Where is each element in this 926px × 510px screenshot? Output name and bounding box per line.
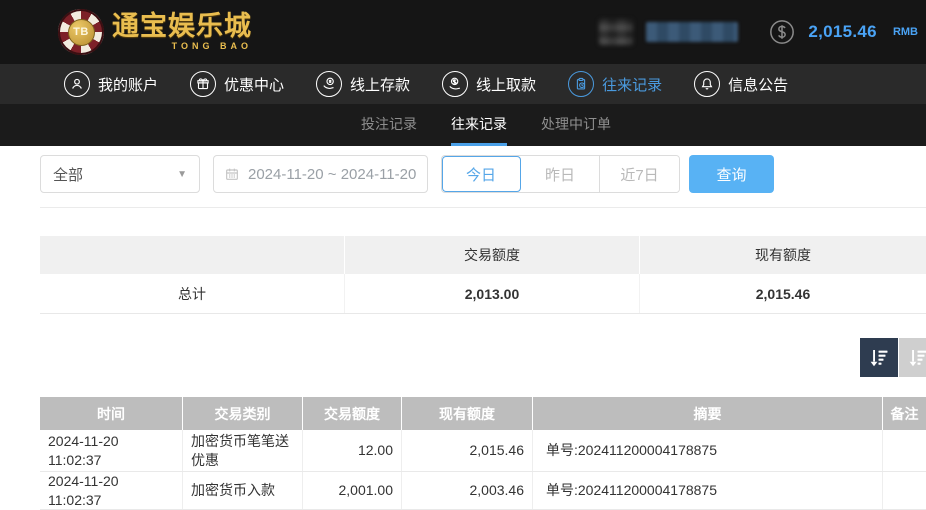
nav-item-promotions[interactable]: 优惠中心 <box>190 71 284 97</box>
table-row: 2024-11-20 11:02:37 加密货币笔笔送优惠 12.00 2,01… <box>40 430 926 472</box>
cell-note <box>883 472 926 509</box>
summary-header-current-amount: 现有额度 <box>640 236 926 274</box>
chip-monogram: TB <box>68 19 95 46</box>
cell-balance: 2,015.46 <box>402 430 533 471</box>
col-header-balance: 现有额度 <box>402 397 533 430</box>
sort-buttons <box>860 338 926 377</box>
gift-icon <box>190 71 216 97</box>
sort-descending-button[interactable] <box>860 338 898 377</box>
quick-date-buttons: 今日 昨日 近7日 <box>441 155 680 193</box>
user-account-area[interactable]: 2,015.46 RMB <box>599 0 918 64</box>
summary-total-row: 总计 2,013.00 2,015.46 <box>40 274 926 314</box>
last7days-button[interactable]: 近7日 <box>600 156 679 192</box>
cell-amount: 2,001.00 <box>303 472 402 509</box>
summary-trade-amount-value: 2,013.00 <box>345 274 640 313</box>
summary-current-amount-value: 2,015.46 <box>640 274 926 313</box>
tab-betting-records[interactable]: 投注记录 <box>361 104 417 146</box>
summary-total-label: 总计 <box>40 274 345 313</box>
cell-amount: 12.00 <box>303 430 402 471</box>
date-range-input[interactable]: 2024-11-20 ~ 2024-11-20 <box>213 155 428 193</box>
cell-time: 2024-11-20 11:02:37 <box>40 472 183 509</box>
bell-icon <box>694 71 720 97</box>
record-tabs: 投注记录 往来记录 处理中订单 <box>0 104 926 146</box>
nav-item-transaction-records[interactable]: 往来记录 <box>568 71 662 97</box>
nav-item-withdraw[interactable]: 线上取款 <box>442 71 536 97</box>
col-header-summary: 摘要 <box>533 397 883 430</box>
sort-ascending-button[interactable] <box>899 338 926 377</box>
tab-transaction-records[interactable]: 往来记录 <box>451 104 507 146</box>
site-logo[interactable]: TB 通宝娱乐城 TONG BAO <box>58 9 252 55</box>
sort-amount-up-icon <box>906 346 926 370</box>
nav-label: 线上取款 <box>476 74 536 95</box>
query-button[interactable]: 查询 <box>689 155 774 193</box>
today-button[interactable]: 今日 <box>442 156 521 192</box>
nav-label: 优惠中心 <box>224 74 284 95</box>
username-redacted <box>646 22 738 42</box>
user-icon <box>64 71 90 97</box>
select-value: 全部 <box>53 164 83 185</box>
sort-amount-down-icon <box>867 346 891 370</box>
calendar-icon <box>224 166 240 182</box>
col-header-amount: 交易额度 <box>303 397 402 430</box>
site-subtitle: TONG BAO <box>112 42 252 51</box>
nav-item-my-account[interactable]: 我的账户 <box>64 71 158 97</box>
summary-header-blank <box>40 236 345 274</box>
tab-pending-orders[interactable]: 处理中订单 <box>541 104 611 146</box>
withdraw-icon <box>442 71 468 97</box>
cell-time: 2024-11-20 11:02:37 <box>40 430 183 471</box>
user-avatar-redacted <box>599 19 633 45</box>
records-icon <box>568 71 594 97</box>
col-header-time: 时间 <box>40 397 183 430</box>
records-table: 时间 交易类别 交易额度 现有额度 摘要 备注 2024-11-20 11:02… <box>40 397 926 510</box>
filter-row: 全部 ▼ 2024-11-20 ~ 2024-11-20 今日 昨日 近7日 查… <box>40 155 774 193</box>
account-balance: 2,015.46 <box>808 22 877 42</box>
table-row: 2024-11-20 11:02:37 加密货币入款 2,001.00 2,00… <box>40 472 926 510</box>
nav-item-announcements[interactable]: 信息公告 <box>694 71 788 97</box>
poker-chip-logo-icon: TB <box>58 9 104 55</box>
col-header-note: 备注 <box>883 397 926 430</box>
site-title: 通宝娱乐城 <box>112 13 252 40</box>
nav-label: 我的账户 <box>98 74 158 95</box>
chevron-down-icon: ▼ <box>177 169 187 180</box>
deposit-icon <box>316 71 342 97</box>
transaction-type-select[interactable]: 全部 ▼ <box>40 155 200 193</box>
cell-summary: 单号:202411200004178875 <box>533 430 883 471</box>
nav-label: 往来记录 <box>602 74 662 95</box>
top-bar: TB 通宝娱乐城 TONG BAO 2,015.46 RMB <box>0 0 926 64</box>
cell-type: 加密货币笔笔送优惠 <box>183 430 303 471</box>
nav-label: 线上存款 <box>350 74 410 95</box>
cell-summary: 单号:202411200004178875 <box>533 472 883 509</box>
nav-label: 信息公告 <box>728 74 788 95</box>
summary-header-row: 交易额度 现有额度 <box>40 236 926 274</box>
nav-item-deposit[interactable]: 线上存款 <box>316 71 410 97</box>
yesterday-button[interactable]: 昨日 <box>521 156 600 192</box>
dollar-circle-icon <box>769 19 795 45</box>
section-divider <box>40 207 926 208</box>
main-navigation: 我的账户 优惠中心 线上存款 线上取款 <box>0 64 926 104</box>
cell-type: 加密货币入款 <box>183 472 303 509</box>
summary-header-trade-amount: 交易额度 <box>345 236 640 274</box>
cell-balance: 2,003.46 <box>402 472 533 509</box>
col-header-type: 交易类别 <box>183 397 303 430</box>
records-header-row: 时间 交易类别 交易额度 现有额度 摘要 备注 <box>40 397 926 430</box>
currency-label: RMB <box>893 26 918 38</box>
cell-note <box>883 430 926 471</box>
date-range-value: 2024-11-20 ~ 2024-11-20 <box>248 166 416 183</box>
summary-table: 交易额度 现有额度 总计 2,013.00 2,015.46 <box>40 236 926 314</box>
